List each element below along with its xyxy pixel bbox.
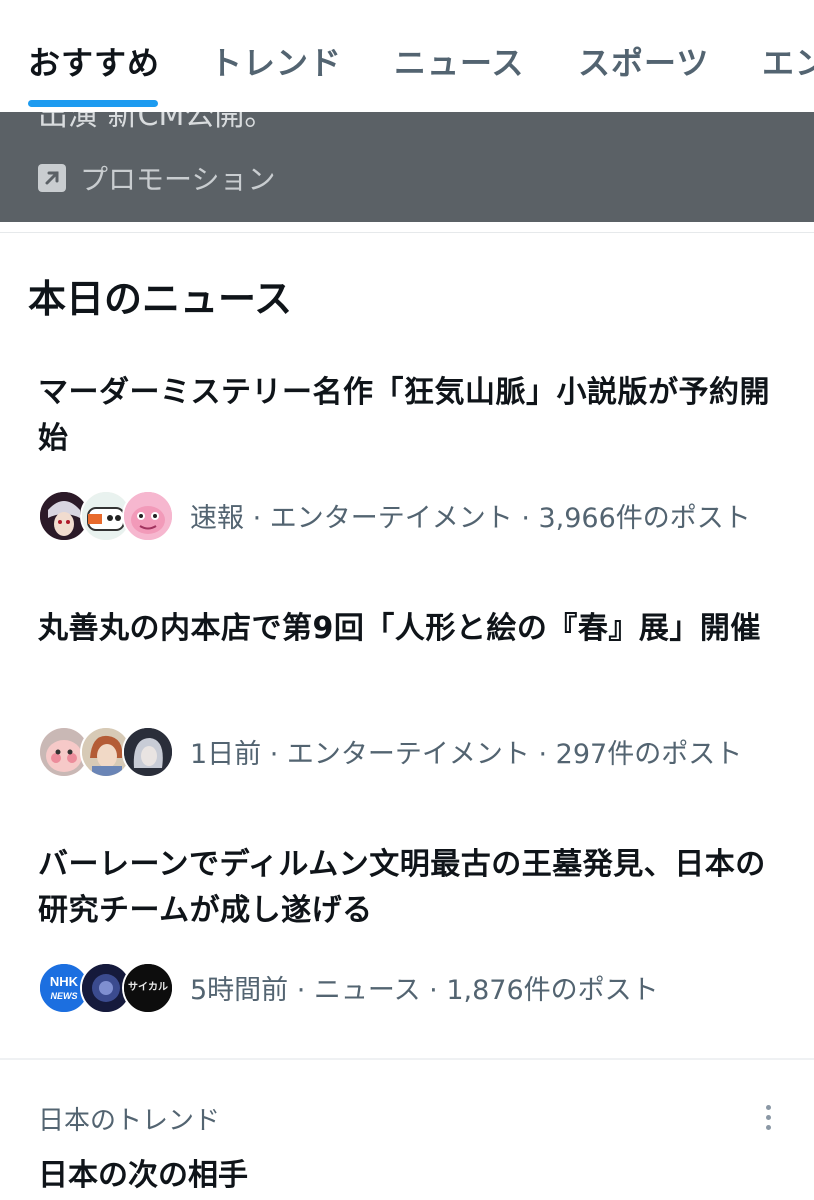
promoted-label-row: プロモーション [38, 160, 275, 196]
news-meta-text: 速報 · エンターテイメント · 3,966件のポスト [190, 502, 751, 534]
avatar-group [38, 490, 174, 542]
news-item[interactable]: マーダーミステリー名作「狂気山脈」小説版が予約開始 速報 · エンターテイメント… [38, 370, 778, 550]
promo-text: 出演 新CM公開。 [38, 112, 275, 133]
avatar [122, 490, 174, 542]
tab-trends[interactable]: トレンド [210, 38, 342, 84]
tab-bar: おすすめ トレンド ニュース スポーツ エン [0, 0, 814, 112]
tab-entertainment[interactable]: エン [762, 38, 814, 84]
tab-news[interactable]: ニュース [394, 38, 524, 84]
news-headline: バーレーンでディルムン文明最古の王墓発見、日本の研究チームが成し遂げる [38, 847, 766, 928]
avatar-nhk-bottom: NEWS [51, 991, 78, 1001]
news-meta-text: 5時間前 · ニュース · 1,876件のポスト [190, 974, 659, 1006]
trend-name[interactable]: 日本の次の相手 [38, 1150, 248, 1194]
avatar: サイカル [122, 962, 174, 1014]
more-vertical-icon[interactable] [756, 1102, 780, 1134]
avatar [122, 726, 174, 778]
news-meta-text: 1日前 · エンターテイメント · 297件のポスト [190, 738, 743, 770]
promoted-card[interactable]: 出演 新CM公開。 プロモーション [0, 112, 814, 222]
promoted-label: プロモーション [80, 163, 276, 196]
promoted-arrow-icon [38, 164, 66, 192]
tab-sports[interactable]: スポーツ [578, 38, 709, 84]
avatar-third-text: サイカル [128, 981, 168, 993]
section-divider [0, 1058, 814, 1060]
news-meta: 1日前 · エンターテイメント · 297件のポスト [38, 724, 742, 778]
avatar-group: NHK NEWS サイカル [38, 962, 174, 1014]
avatar-group [38, 726, 174, 778]
tab-recommended[interactable]: おすすめ [28, 38, 160, 84]
news-item[interactable]: 丸善丸の内本店で第9回「人形と絵の『春』展」開催 1日前 · エンターテイメント… [38, 606, 778, 786]
news-headline: 丸善丸の内本店で第9回「人形と絵の『春』展」開催 [38, 611, 761, 646]
news-meta: NHK NEWS サイカル 5時間前 · ニュース · 1,876件のポスト [38, 960, 659, 1014]
news-item[interactable]: バーレーンでディルムン文明最古の王墓発見、日本の研究チームが成し遂げる NHK … [38, 842, 778, 1022]
active-tab-indicator [28, 100, 158, 107]
section-title: 本日のニュース [28, 277, 293, 321]
news-headline: マーダーミステリー名作「狂気山脈」小説版が予約開始 [38, 375, 770, 456]
avatar-nhk-top: NHK [50, 974, 79, 989]
news-meta: 速報 · エンターテイメント · 3,966件のポスト [38, 488, 751, 542]
divider [0, 232, 814, 233]
trend-label: 日本のトレンド [38, 1106, 221, 1136]
